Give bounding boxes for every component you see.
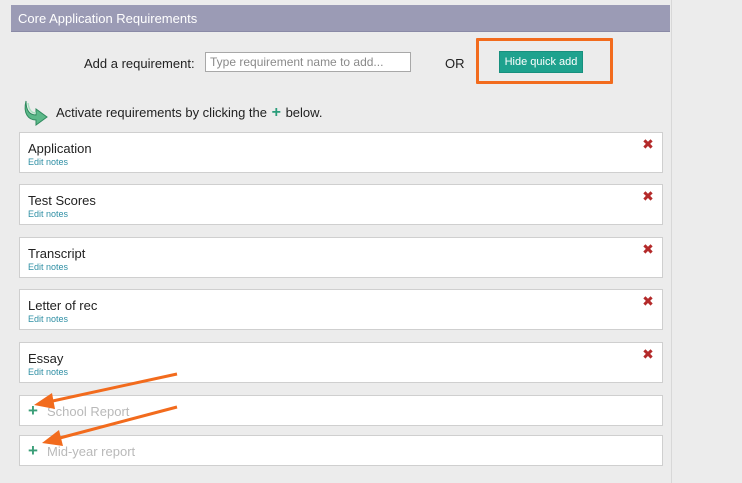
inactive-requirement-name: Mid-year report [47, 444, 136, 459]
requirement-card: Essay Edit notes ✖ [19, 342, 663, 383]
requirement-card: Letter of rec Edit notes ✖ [19, 289, 663, 330]
requirement-name: Test Scores [28, 193, 96, 208]
section-header: Core Application Requirements [11, 5, 670, 32]
activate-plus-icon[interactable]: + [28, 402, 38, 419]
edit-notes-link[interactable]: Edit notes [28, 314, 68, 324]
edit-notes-link[interactable]: Edit notes [28, 157, 68, 167]
inactive-requirement-card: + School Report [19, 395, 663, 426]
hide-quick-add-button[interactable]: Hide quick add [499, 51, 583, 73]
remove-icon[interactable]: ✖ [642, 347, 654, 361]
remove-icon[interactable]: ✖ [642, 189, 654, 203]
requirement-name: Essay [28, 351, 64, 366]
edit-notes-link[interactable]: Edit notes [28, 262, 68, 272]
remove-icon[interactable]: ✖ [642, 294, 654, 308]
edit-notes-link[interactable]: Edit notes [28, 209, 68, 219]
activate-instructions: Activate requirements by clicking the + … [56, 104, 323, 121]
remove-icon[interactable]: ✖ [642, 137, 654, 151]
requirement-card: Transcript Edit notes ✖ [19, 237, 663, 278]
activate-text-after: below. [285, 105, 323, 120]
edit-notes-link[interactable]: Edit notes [28, 367, 68, 377]
or-label: OR [445, 56, 465, 71]
inactive-requirement-name: School Report [47, 404, 130, 419]
remove-icon[interactable]: ✖ [642, 242, 654, 256]
plus-icon: + [271, 104, 281, 121]
activate-text-before: Activate requirements by clicking the [56, 105, 267, 120]
requirement-name: Application [28, 141, 92, 156]
requirement-name: Letter of rec [28, 298, 98, 313]
requirement-card: Test Scores Edit notes ✖ [19, 184, 663, 225]
requirement-name: Transcript [28, 246, 86, 261]
requirement-name-input[interactable] [205, 52, 411, 72]
add-requirement-label: Add a requirement: [84, 56, 195, 71]
inactive-requirement-card: + Mid-year report [19, 435, 663, 466]
requirement-card: Application Edit notes ✖ [19, 132, 663, 173]
panel-divider [671, 0, 672, 483]
section-title: Core Application Requirements [18, 11, 198, 26]
curved-arrow-down-icon [24, 100, 48, 126]
activate-plus-icon[interactable]: + [28, 442, 38, 459]
